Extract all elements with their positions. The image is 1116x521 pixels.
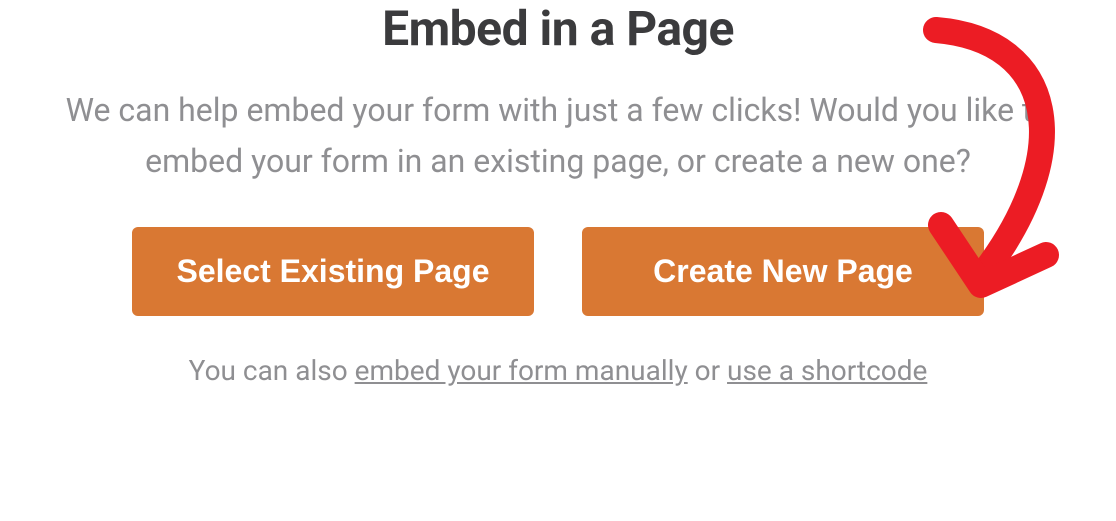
footer-prefix: You can also: [189, 354, 355, 387]
footer-middle: or: [688, 354, 727, 387]
modal-title: Embed in a Page: [382, 0, 734, 57]
footer-text: You can also embed your form manually or…: [189, 354, 928, 387]
embed-manually-link[interactable]: embed your form manually: [355, 354, 688, 387]
create-new-page-button[interactable]: Create New Page: [582, 227, 984, 316]
modal-description: We can help embed your form with just a …: [28, 85, 1088, 187]
use-shortcode-link[interactable]: use a shortcode: [727, 354, 927, 387]
button-row: Select Existing Page Create New Page: [132, 227, 984, 316]
select-existing-page-button[interactable]: Select Existing Page: [132, 227, 534, 316]
